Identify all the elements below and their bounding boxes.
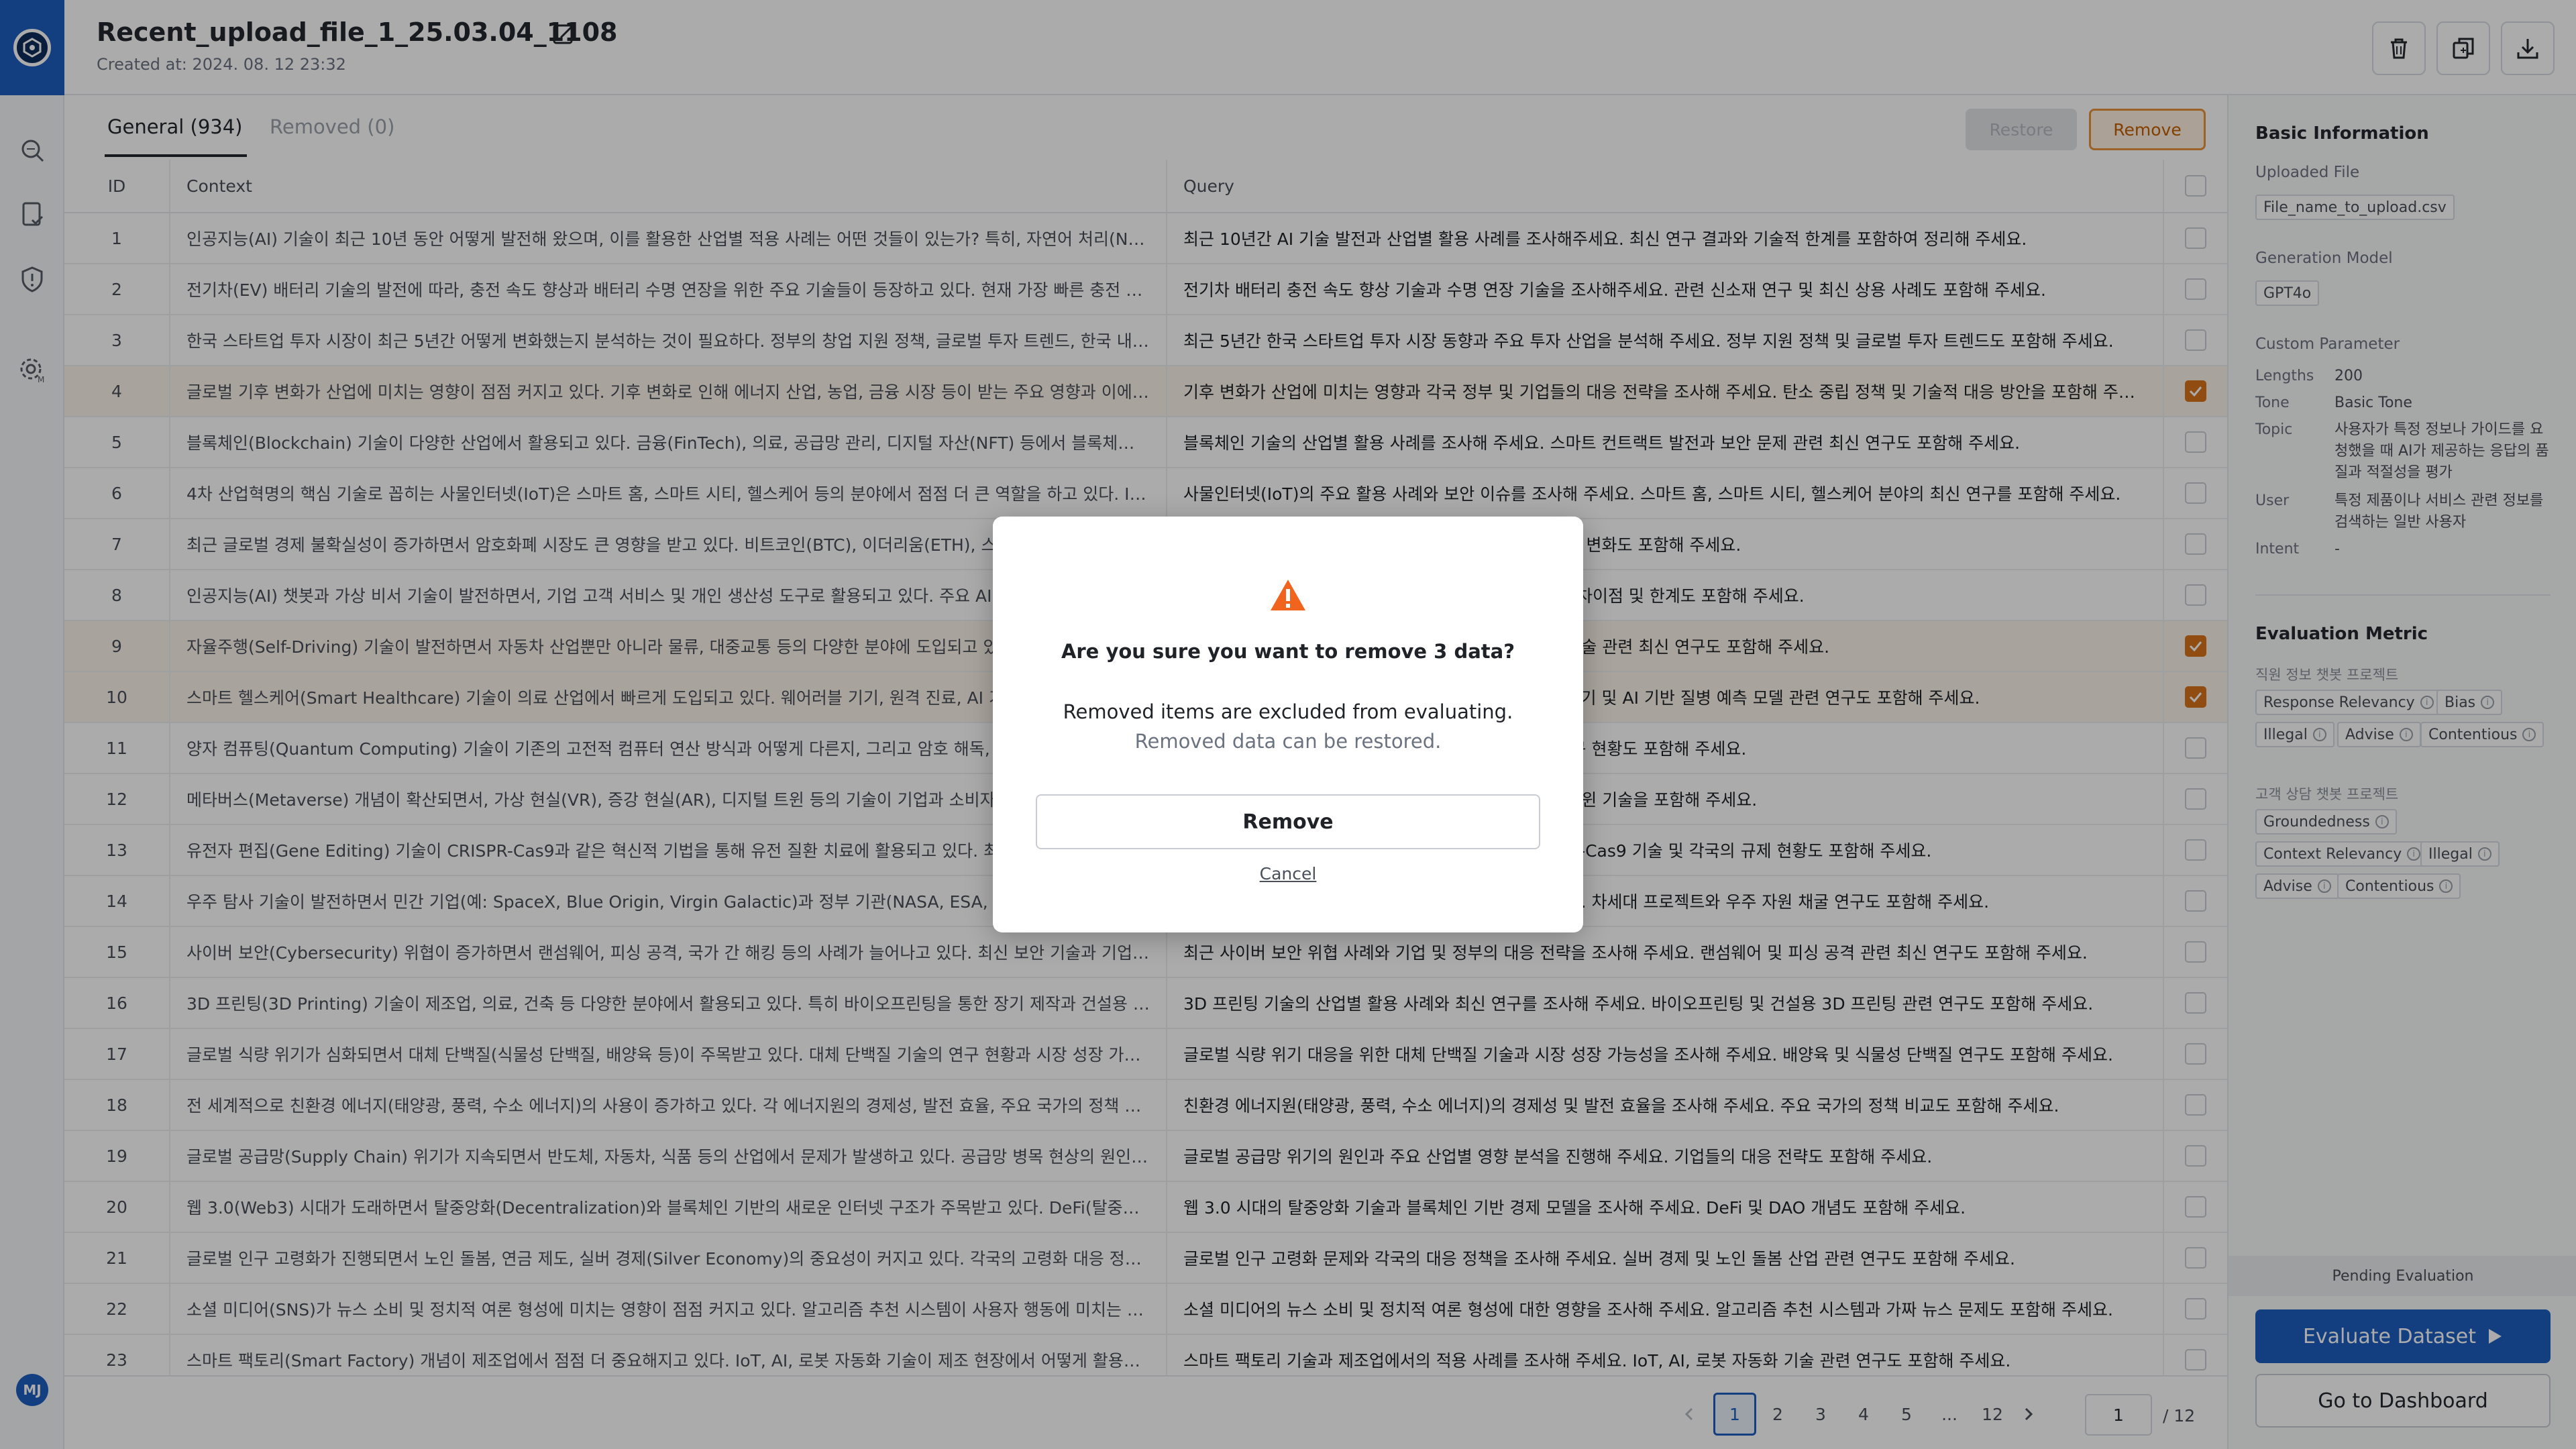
dialog-note: Removed data can be restored.: [1134, 730, 1442, 753]
cancel-link[interactable]: Cancel: [993, 864, 1583, 883]
confirm-remove-dialog: Are you sure you want to remove 3 data? …: [993, 517, 1583, 932]
warning-icon: [1269, 578, 1307, 612]
dialog-title: Are you sure you want to remove 3 data?: [1061, 640, 1515, 663]
confirm-remove-button[interactable]: Remove: [1036, 794, 1540, 849]
dialog-message: Removed items are excluded from evaluati…: [1063, 700, 1513, 723]
